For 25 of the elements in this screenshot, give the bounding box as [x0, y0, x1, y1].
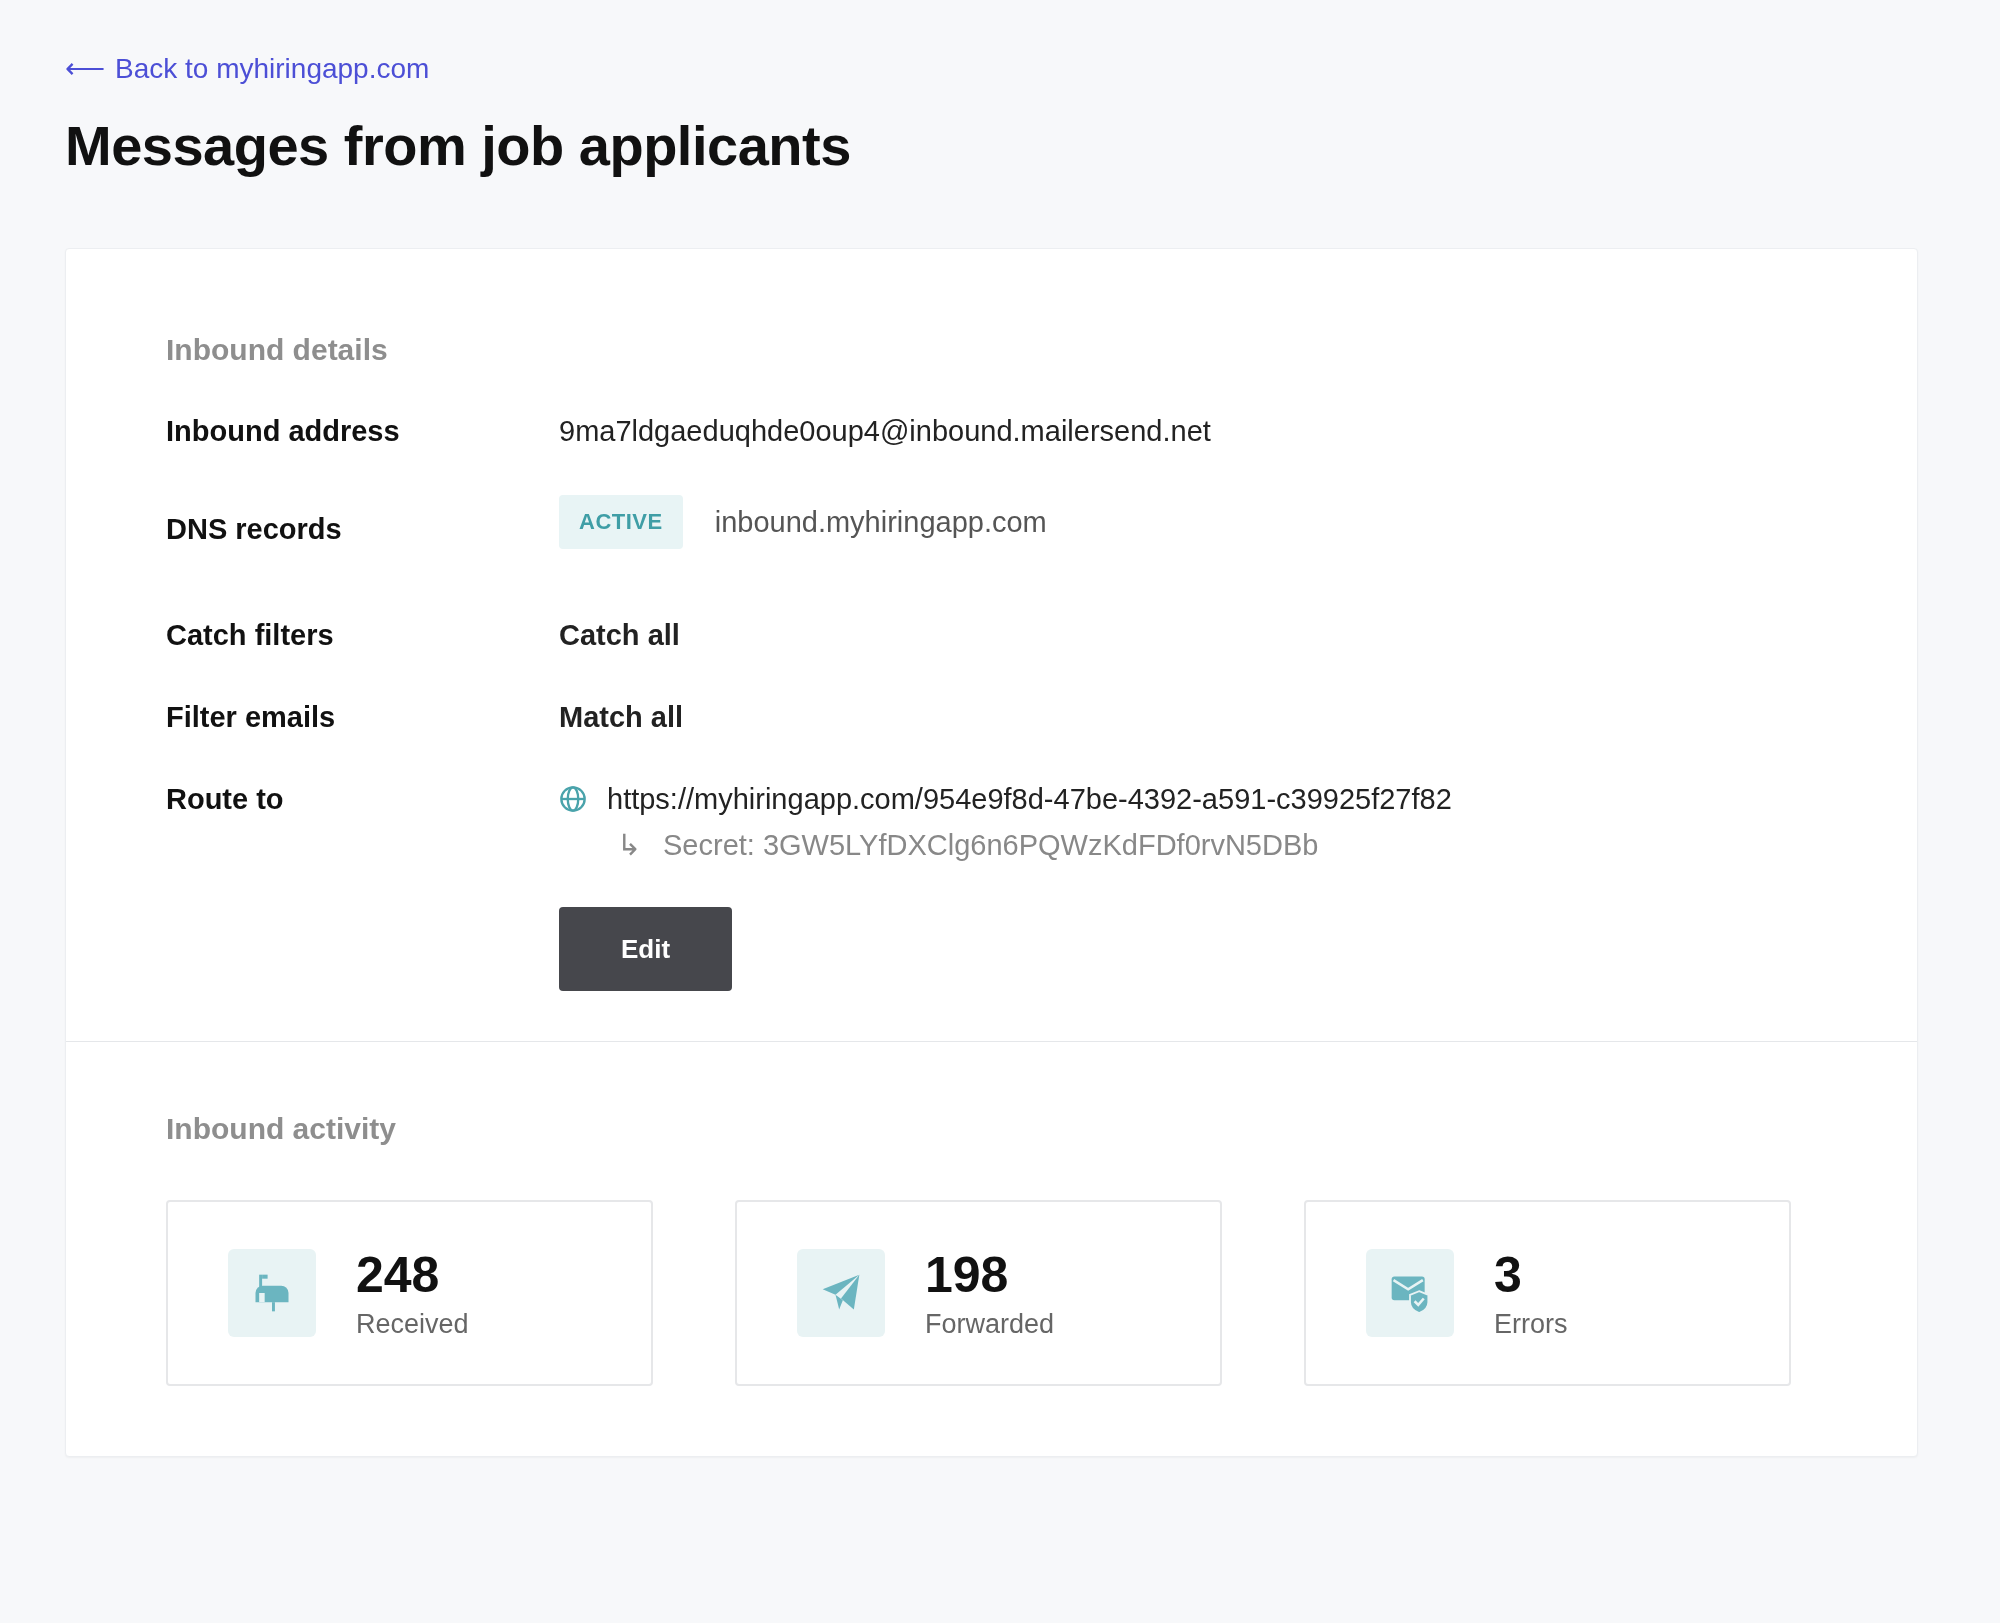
page-title: Messages from job applicants: [65, 113, 852, 178]
stat-value: 248: [356, 1246, 441, 1303]
row-label: Filter emails: [166, 700, 337, 735]
stat-value: 198: [925, 1246, 1010, 1303]
edit-button[interactable]: Edit: [559, 907, 732, 991]
row-label: DNS records: [166, 512, 343, 547]
globe-icon: [559, 785, 587, 813]
return-arrow-icon: ↳: [617, 825, 641, 865]
row-label: Route to: [166, 782, 285, 817]
row-label: Inbound address: [166, 414, 401, 449]
dns-domain: inbound.myhiringapp.com: [714, 505, 1047, 540]
stat-value: 3: [1494, 1246, 1523, 1303]
section-title: Inbound details: [166, 333, 389, 367]
status-badge: ACTIVE: [559, 495, 683, 549]
stat-label: Forwarded: [925, 1308, 1055, 1340]
filter-value: Match all: [559, 700, 685, 735]
stat-label: Errors: [1494, 1308, 1568, 1340]
row-label: Catch filters: [166, 618, 335, 653]
back-link[interactable]: ⟵ Back to myhiringapp.com: [65, 52, 430, 85]
secret-text: Secret: 3GW5LYfDXClg6n6PQWzKdFDf0rvN5DBb: [663, 828, 1319, 863]
section-title: Inbound activity: [166, 1112, 397, 1146]
route-url: https://myhiringapp.com/954e9f8d-47be-4392-a591-c39925f27f82: [607, 782, 1452, 817]
inbound-address: 9ma7ldgaeduqhde0oup4@inbound.mailersend.net: [559, 414, 1212, 449]
stat-label: Received: [356, 1308, 469, 1340]
filter-value: Catch all: [559, 618, 681, 653]
